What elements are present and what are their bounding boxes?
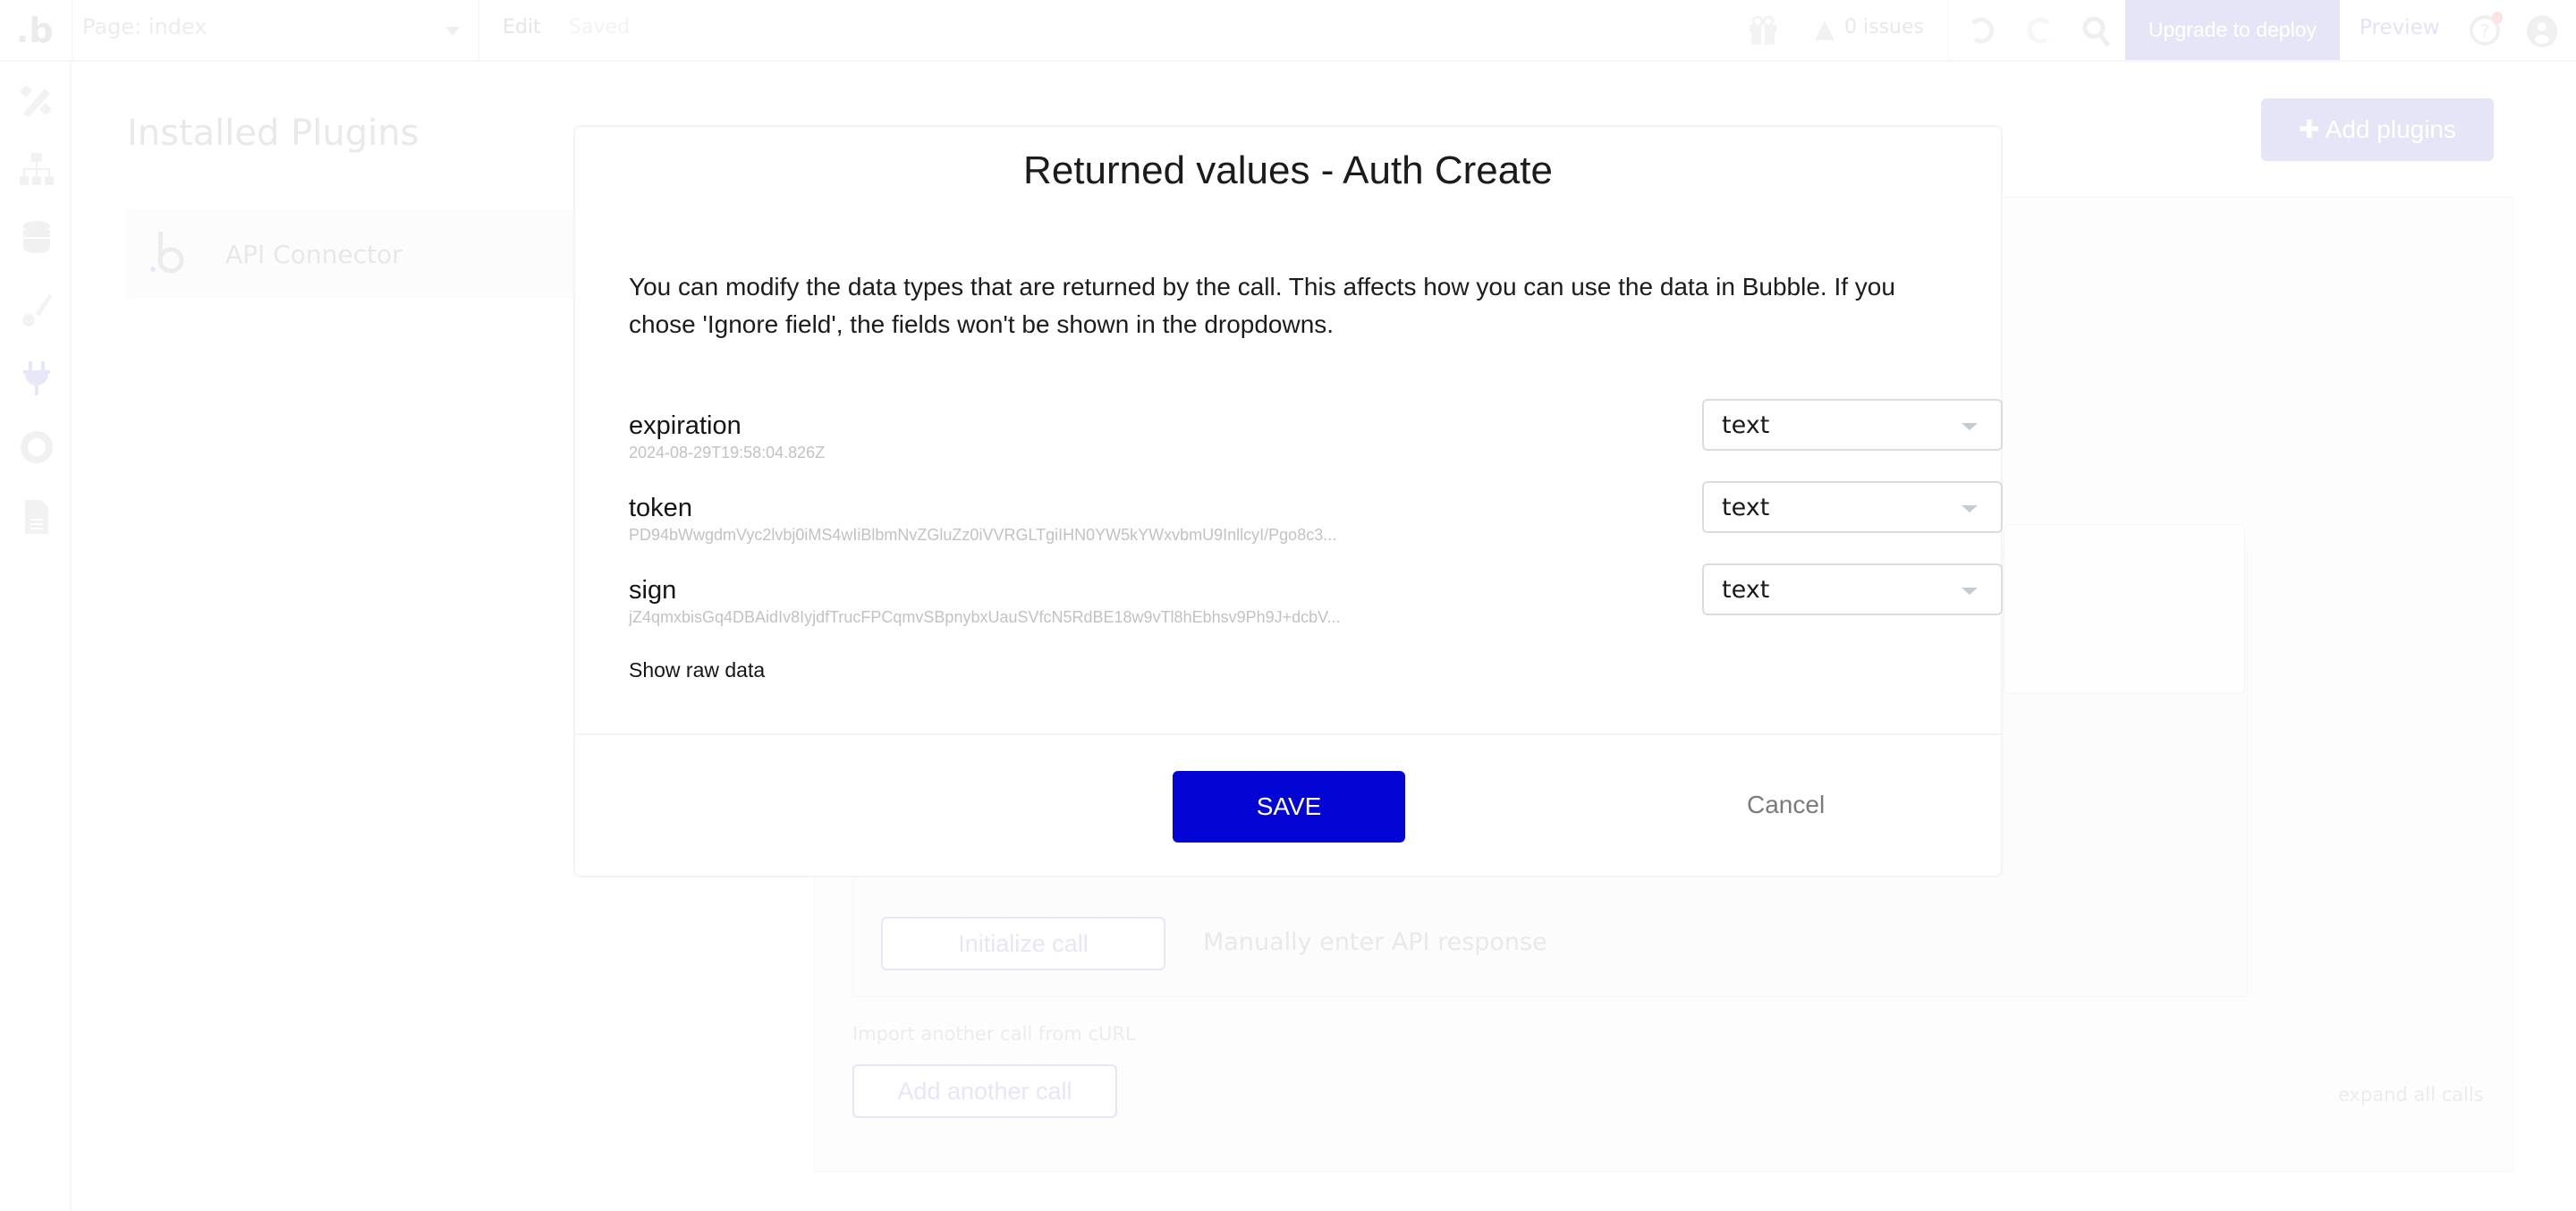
field-name: expiration — [629, 411, 741, 440]
plug-icon[interactable] — [18, 360, 55, 397]
field-row: sign jZ4qmxbisGq4DBAidIv8IyjdfTrucFPCqmv… — [629, 563, 2003, 631]
plus-icon: ✚ — [2298, 115, 2326, 143]
initialize-call-button[interactable]: Initialize call — [881, 917, 1165, 970]
dialog-title: Returned values - Auth Create — [1023, 148, 1553, 192]
add-plugins-label: Add plugins — [2325, 115, 2457, 143]
brush-icon[interactable] — [18, 290, 55, 327]
chevron-down-icon — [1962, 423, 1978, 430]
user-avatar-icon[interactable] — [2526, 14, 2558, 48]
upgrade-to-deploy-button[interactable]: Upgrade to deploy — [2125, 0, 2340, 60]
add-another-call-button[interactable]: Add another call — [852, 1064, 1117, 1118]
call-options-box — [2004, 524, 2245, 694]
notification-dot — [2492, 12, 2503, 24]
bubble-plugin-logo-icon — [150, 232, 184, 274]
sitemap-icon[interactable] — [18, 151, 55, 189]
page-selector[interactable]: Page: index — [82, 14, 207, 39]
search-icon[interactable] — [2080, 14, 2113, 48]
database-icon[interactable] — [18, 219, 55, 257]
field-sample-value: PD94bWwgdmVyc2lvbj0iMS4wIiBlbmNvZGluZz0i… — [629, 526, 1337, 544]
svg-text:?: ? — [2480, 21, 2490, 42]
field-type-dropdown[interactable]: text — [1702, 399, 2003, 451]
dialog-description: You can modify the data types that are r… — [629, 273, 1895, 338]
design-tools-icon[interactable] — [18, 81, 55, 119]
add-plugins-button[interactable]: ✚ Add plugins — [2261, 98, 2494, 161]
field-type-dropdown[interactable]: text — [1702, 563, 2003, 615]
bubble-logo[interactable]: .b — [16, 11, 55, 50]
plugin-name[interactable]: API Connector — [225, 240, 402, 269]
left-sidebar — [0, 62, 72, 1211]
gear-icon[interactable] — [18, 428, 55, 466]
undo-icon[interactable] — [1966, 14, 1998, 47]
field-row: token PD94bWwgdmVyc2lvbj0iMS4wIiBlbmNvZG… — [629, 481, 2003, 549]
chevron-down-icon — [1962, 588, 1978, 595]
save-status: Saved — [569, 16, 630, 38]
field-name: sign — [629, 576, 677, 605]
document-icon[interactable] — [18, 498, 55, 536]
field-name: token — [629, 494, 692, 522]
chevron-down-icon — [1962, 505, 1978, 512]
field-type-value: text — [1722, 494, 1770, 521]
show-raw-data-link[interactable]: Show raw data — [629, 658, 765, 682]
divider — [1948, 0, 1949, 62]
chevron-down-icon[interactable] — [445, 27, 460, 36]
manual-response-link[interactable]: Manually enter API response — [1203, 928, 1547, 956]
save-button[interactable]: SAVE — [1173, 771, 1405, 843]
cancel-button[interactable]: Cancel — [1747, 791, 1825, 819]
field-type-value: text — [1722, 411, 1770, 439]
field-type-dropdown[interactable]: text — [1702, 481, 2003, 533]
issues-count[interactable]: 0 issues — [1844, 16, 1924, 38]
redo-icon[interactable] — [2023, 14, 2055, 47]
field-sample-value: 2024-08-29T19:58:04.826Z — [629, 444, 826, 462]
field-sample-value: jZ4qmxbisGq4DBAidIv8IyjdfTrucFPCqmvSBpny… — [629, 608, 1341, 626]
installed-plugins-title: Installed Plugins — [127, 113, 419, 154]
expand-all-calls-link[interactable]: expand all calls — [2338, 1084, 2484, 1105]
field-type-value: text — [1722, 576, 1770, 604]
field-row: expiration 2024-08-29T19:58:04.826Z text — [629, 399, 2003, 467]
import-curl-link[interactable]: Import another call from cURL — [852, 1023, 1136, 1045]
gift-icon[interactable] — [1748, 16, 1778, 45]
warning-icon — [1815, 21, 1835, 40]
edit-mode-label[interactable]: Edit — [503, 16, 541, 38]
top-bar: .b Page: index Edit Saved 0 issues Upgra… — [0, 0, 2576, 62]
dialog-divider — [575, 733, 2001, 735]
returned-values-dialog: Returned values - Auth Create You can mo… — [573, 125, 2003, 877]
preview-button[interactable]: Preview — [2360, 16, 2440, 39]
